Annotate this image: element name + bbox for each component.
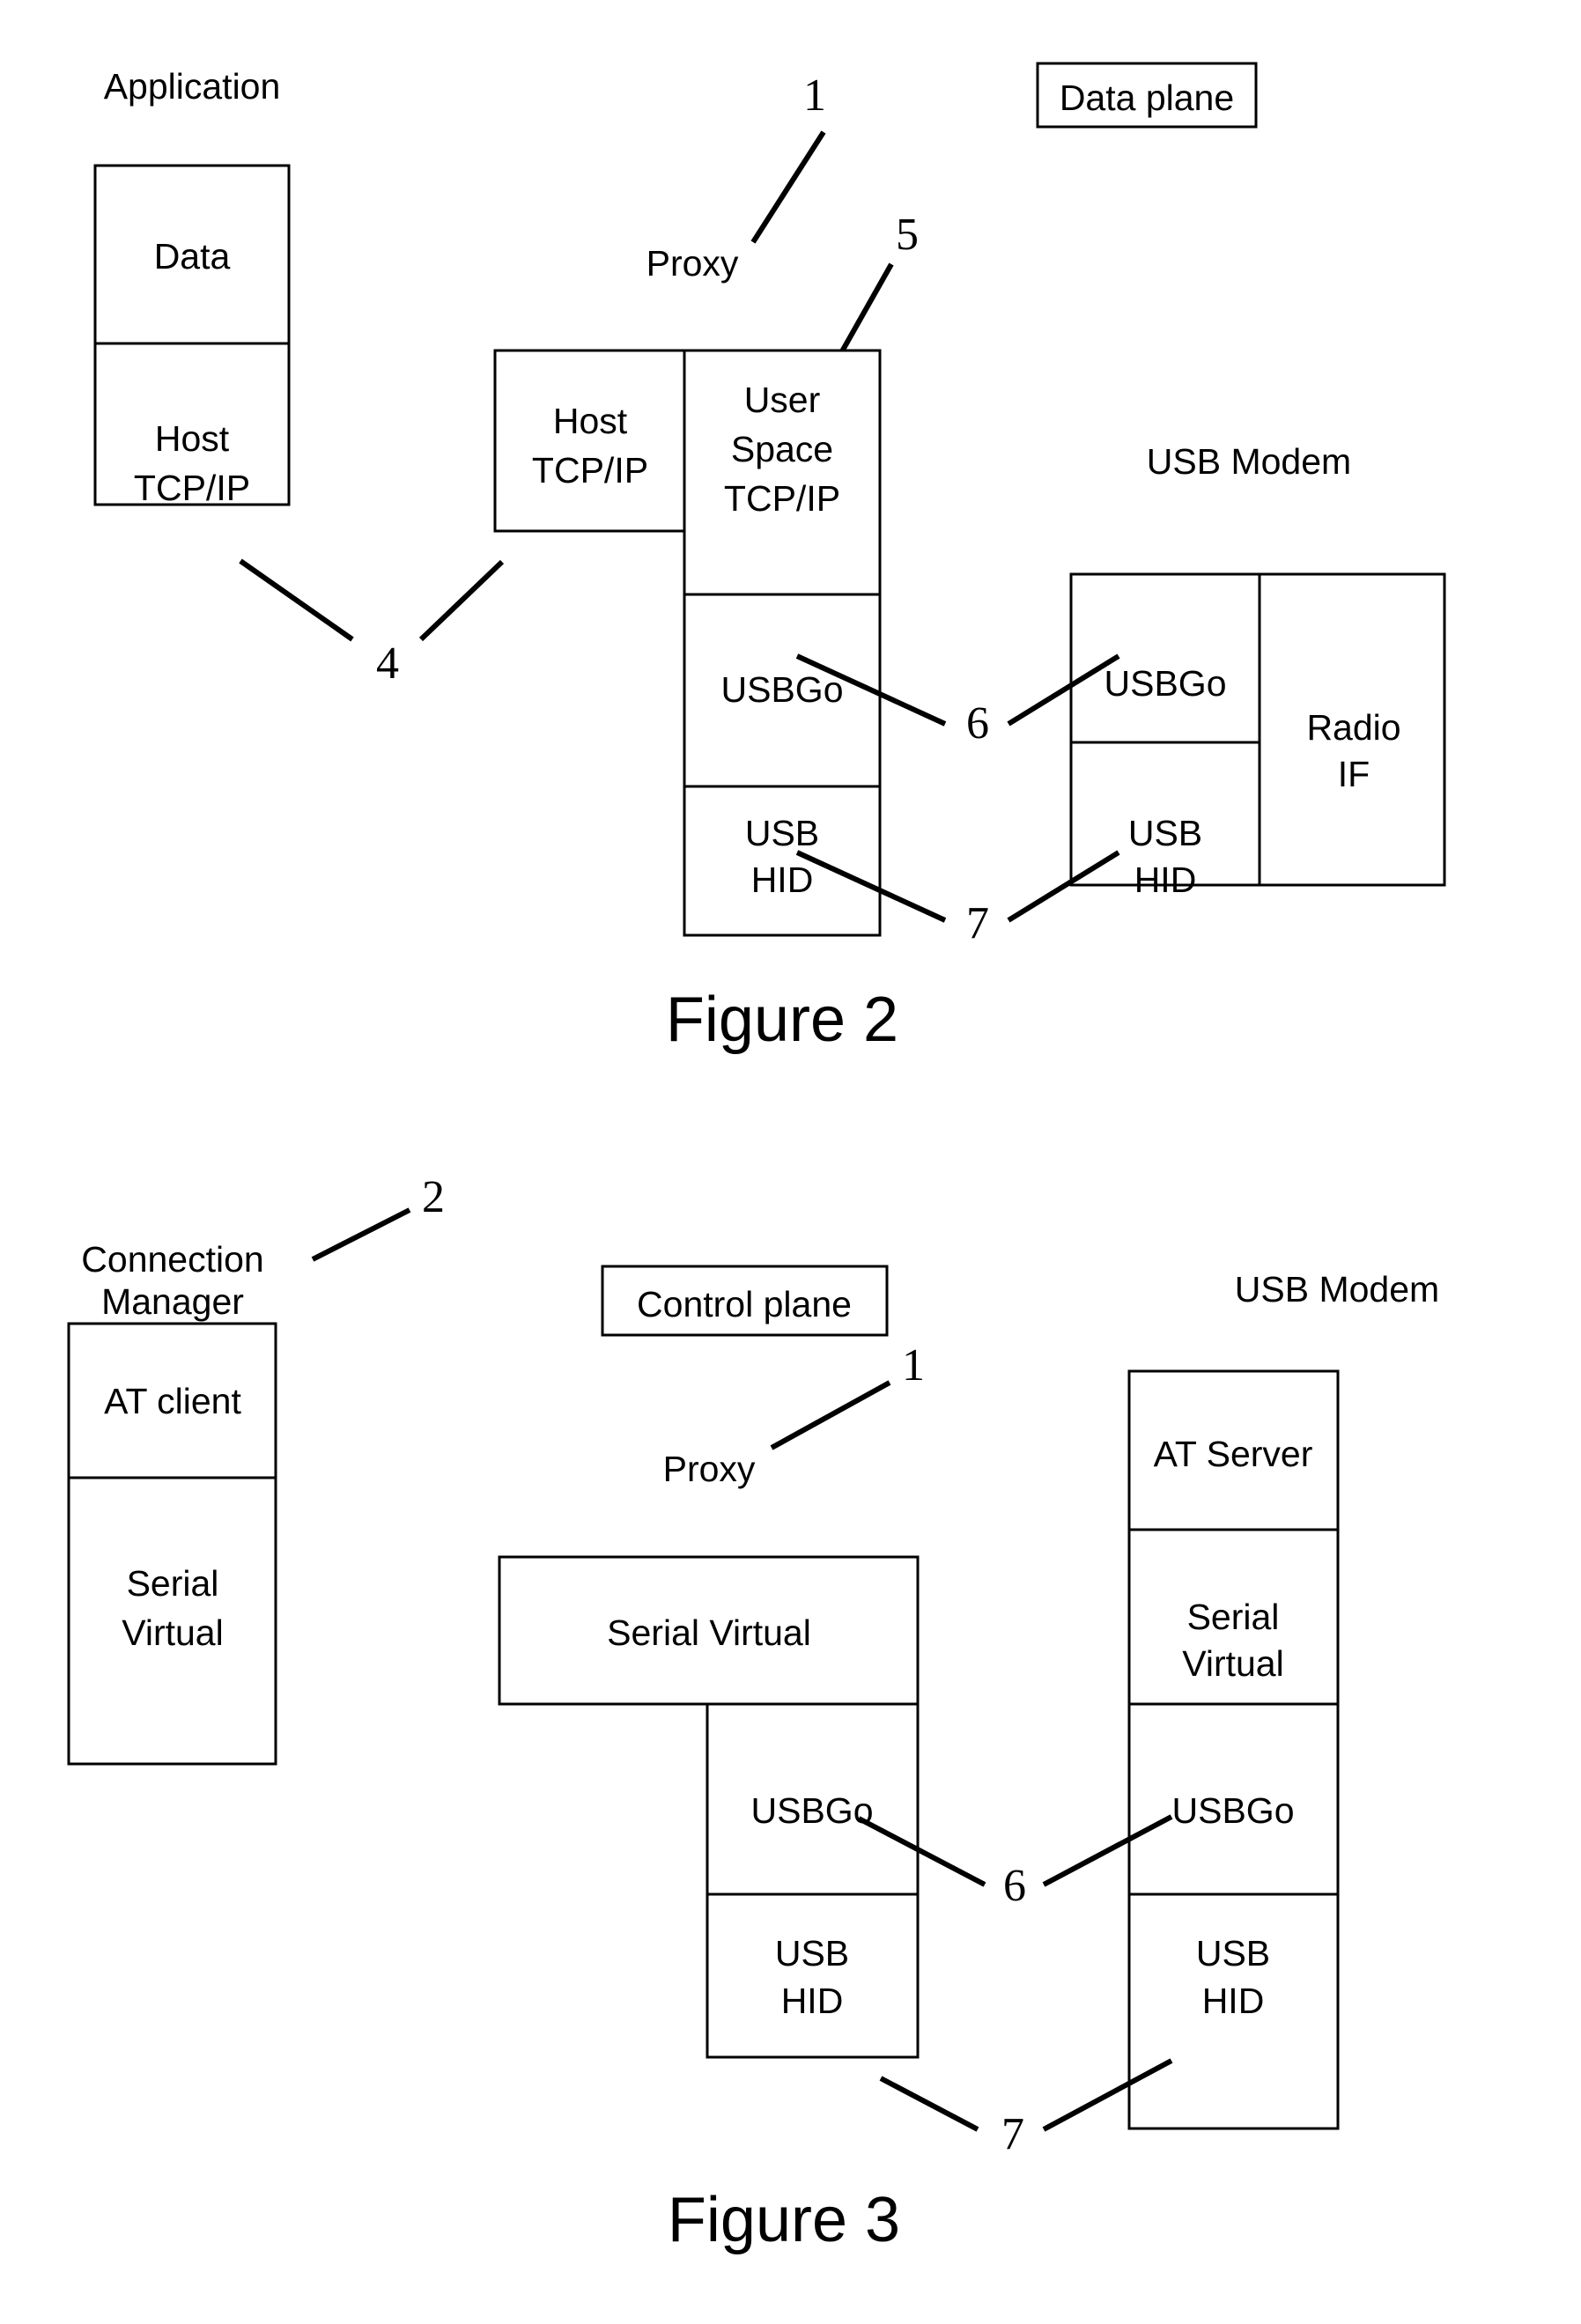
- proxy-host-tcpip-line2: TCP/IP: [532, 450, 648, 491]
- cm-virtual-label: Virtual: [122, 1612, 223, 1653]
- modem-hid-label-fig2: HID: [1134, 860, 1197, 900]
- proxy-host-tcpip-line1: Host: [553, 401, 628, 441]
- figure-3-group: 2 Connection Manager AT client Serial Vi…: [67, 1172, 1439, 2255]
- application-data-cell-label: Data: [154, 236, 231, 277]
- proxy-tcpip-label: TCP/IP: [724, 478, 840, 519]
- modem-hid-label-fig3: HID: [1202, 1981, 1265, 2021]
- ref-numeral-7-fig3: 7: [1001, 2109, 1024, 2159]
- ref-numeral-5: 5: [896, 210, 919, 260]
- ref-numeral-1-fig2: 1: [803, 70, 826, 121]
- ref-numeral-1-fig3: 1: [902, 1340, 925, 1391]
- ref-numeral-7-fig2: 7: [966, 898, 989, 948]
- proxy-title-fig3: Proxy: [663, 1449, 756, 1489]
- figure-3-caption: Figure 3: [668, 2185, 900, 2255]
- leader-2: [311, 1207, 411, 1262]
- at-client-label: AT client: [104, 1381, 241, 1421]
- patent-diagram-canvas: Application Data plane Data Host TCP/IP …: [67, 62, 1446, 2255]
- application-host-tcpip-line1: Host: [155, 418, 230, 459]
- modem-usb-label-fig3: USB: [1196, 1933, 1270, 1974]
- ref-numeral-2: 2: [422, 1172, 445, 1222]
- modem-usbgo-label-fig2: USBGo: [1104, 663, 1227, 704]
- application-host-tcpip-line2: TCP/IP: [134, 468, 250, 508]
- proxy-hid-label: HID: [751, 860, 814, 900]
- proxy-hid-label-fig3: HID: [781, 1981, 844, 2021]
- modem-radio-label: Radio: [1306, 707, 1400, 748]
- proxy-title-fig2: Proxy: [646, 243, 739, 284]
- patent-figure-page: Application Data plane Data Host TCP/IP …: [0, 0, 1581, 2324]
- usb-modem-title-fig3: USB Modem: [1235, 1269, 1439, 1310]
- proxy-serial-virtual-label: Serial Virtual: [607, 1612, 811, 1653]
- figure-2-group: Application Data plane Data Host TCP/IP …: [93, 62, 1446, 1055]
- data-plane-badge-label: Data plane: [1060, 77, 1234, 118]
- proxy-user-label: User: [744, 380, 821, 420]
- connection-manager-title-line2: Manager: [101, 1281, 244, 1322]
- leader-4-right: [418, 559, 505, 642]
- figure-2-caption: Figure 2: [666, 985, 898, 1055]
- modem-if-label: IF: [1338, 754, 1370, 794]
- leader-7-left-fig3: [879, 2076, 979, 2132]
- proxy-usbgo-label: USBGo: [721, 669, 844, 710]
- modem-virtual-label-fig3: Virtual: [1182, 1643, 1283, 1684]
- modem-usb-label-fig2: USB: [1128, 813, 1202, 853]
- application-title: Application: [104, 66, 281, 107]
- proxy-usbgo-label-fig3: USBGo: [751, 1790, 874, 1831]
- ref-numeral-4: 4: [376, 638, 399, 689]
- modem-at-server-label: AT Server: [1154, 1434, 1313, 1474]
- ref-numeral-6-fig3: 6: [1003, 1861, 1026, 1911]
- proxy-space-label: Space: [731, 429, 833, 469]
- proxy-usb-hid-box-fig3: [706, 1892, 920, 2059]
- modem-usbgo-label-fig3: USBGo: [1172, 1790, 1295, 1831]
- connection-manager-title-line1: Connection: [81, 1239, 263, 1280]
- proxy-usb-label-fig3: USB: [775, 1933, 849, 1974]
- control-plane-badge-label: Control plane: [637, 1284, 852, 1324]
- ref-numeral-6-fig2: 6: [966, 698, 989, 749]
- modem-serial-label-fig3: Serial: [1187, 1597, 1280, 1637]
- leader-4-left: [239, 558, 354, 642]
- cm-serial-label: Serial: [127, 1563, 219, 1604]
- proxy-usb-label: USB: [745, 813, 819, 853]
- leader-1-fig2: [750, 130, 826, 244]
- leader-1-fig3: [770, 1380, 891, 1450]
- usb-modem-title-fig2: USB Modem: [1147, 441, 1351, 482]
